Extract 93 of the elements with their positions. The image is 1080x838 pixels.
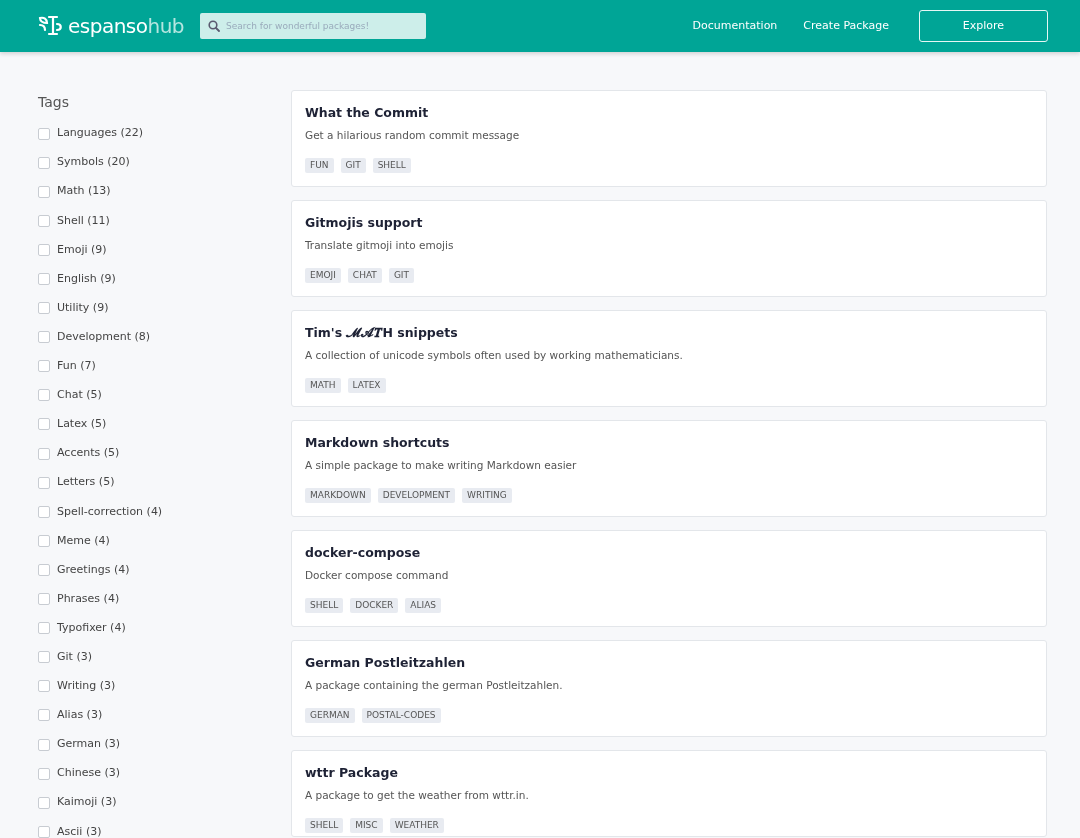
- tag-label: WEATHER: [389, 817, 444, 833]
- checkbox[interactable]: [38, 389, 50, 402]
- tag-filter-label[interactable]: Accents (5): [57, 445, 120, 462]
- tag-label: POSTAL-CODES: [361, 707, 441, 723]
- package-title: docker-compose: [305, 544, 422, 562]
- tag-label: FUN: [305, 157, 334, 173]
- tag-filter-label[interactable]: Languages (22): [57, 125, 144, 142]
- tag-filter-label[interactable]: German (3): [57, 736, 121, 753]
- tag-label: SHELL: [305, 597, 344, 613]
- tag-label: SHELL: [372, 157, 411, 173]
- tag-filter-label[interactable]: Latex (5): [57, 416, 107, 433]
- package-card[interactable]: Tim's 𝓜𝓐𝑻H snippets A collection of unicode symbols often used by working mathematicians. MATH LATEX: [291, 310, 1047, 407]
- checkbox[interactable]: [38, 360, 50, 373]
- checkbox[interactable]: [38, 302, 50, 315]
- tag-label: LATEX: [347, 377, 386, 393]
- checkbox[interactable]: [38, 331, 50, 344]
- tag-filter-label[interactable]: Emoji (9): [57, 241, 107, 259]
- package-title: Gitmojis support: [305, 214, 424, 232]
- package-title: Markdown shortcuts: [305, 434, 451, 452]
- tag-label: GIT: [340, 157, 366, 173]
- tag-filter-label[interactable]: Chat (5): [57, 387, 102, 404]
- logo-icon: [38, 15, 64, 37]
- package-card[interactable]: German Postleitzahlen A package containing the german Postleitzahlen. GERMAN POSTAL-CODES: [291, 640, 1047, 737]
- checkbox[interactable]: [38, 593, 50, 606]
- tag-label: MARKDOWN: [305, 487, 371, 503]
- tag-filter-label[interactable]: Kaimoji (3): [57, 794, 117, 811]
- tag-filter-label[interactable]: Letters (5): [57, 474, 115, 491]
- checkbox[interactable]: [38, 127, 50, 140]
- tag-label: WRITING: [462, 487, 512, 503]
- tag-label: DEVELOPMENT: [377, 487, 456, 503]
- checkbox[interactable]: [38, 796, 50, 809]
- package-title: Tim's 𝓜𝓐𝑻H snippets: [305, 324, 459, 342]
- tag-filter-label[interactable]: Symbols (20): [57, 154, 130, 171]
- package-card[interactable]: wttr Package A package to get the weather from wttr.in. SHELL MISC WEATHER: [291, 750, 1047, 837]
- package-description: Translate gitmoji into emojis: [305, 237, 455, 253]
- checkbox[interactable]: [38, 825, 50, 838]
- package-description: Get a hilarious random commit message: [305, 127, 521, 143]
- package-description: A collection of unicode symbols often used by working mathematicians.: [305, 347, 684, 363]
- tag-filter-label[interactable]: Development (8): [57, 328, 151, 346]
- checkbox[interactable]: [38, 767, 50, 780]
- search-field[interactable]: Search for wonderful packages!: [200, 13, 427, 39]
- tag-label: GIT: [388, 267, 414, 283]
- checkbox[interactable]: [38, 680, 50, 693]
- tag-filter-label[interactable]: Chinese (3): [57, 765, 121, 782]
- checkbox[interactable]: [38, 185, 50, 198]
- package-title: wttr Package: [305, 764, 399, 782]
- package-title: What the Commit: [305, 104, 430, 122]
- tag-filter-label[interactable]: Spell-correction (4): [57, 503, 163, 520]
- checkbox[interactable]: [38, 243, 50, 256]
- package-description: Docker compose command: [305, 567, 450, 583]
- tag-label: CHAT: [347, 267, 382, 283]
- package-description: A package to get the weather from wttr.in.: [305, 787, 530, 803]
- package-title: German Postleitzahlen: [305, 654, 467, 672]
- package-description: A package containing the german Postleitzahlen.: [305, 677, 564, 693]
- checkbox[interactable]: [38, 738, 50, 751]
- checkbox[interactable]: [38, 563, 50, 576]
- package-card[interactable]: Markdown shortcuts A simple package to make writing Markdown easier MARKDOWN DEVELOPMENT WRITING: [291, 420, 1047, 517]
- tag-filter-label[interactable]: Git (3): [57, 649, 92, 666]
- tag-filter-label[interactable]: Meme (4): [57, 532, 110, 550]
- package-card[interactable]: Gitmojis support Translate gitmoji into emojis EMOJI CHAT GIT: [291, 200, 1047, 297]
- tag-label: MATH: [305, 377, 341, 393]
- checkbox[interactable]: [38, 622, 50, 635]
- tag-filter-label[interactable]: Greetings (4): [57, 561, 130, 579]
- tag-filter-label[interactable]: Fun (7): [57, 358, 96, 375]
- tag-filter-label[interactable]: Utility (9): [57, 299, 109, 317]
- checkbox[interactable]: [38, 447, 50, 460]
- tag-filter-label[interactable]: Alias (3): [57, 707, 103, 724]
- tags-heading: Tags: [38, 93, 70, 112]
- checkbox[interactable]: [38, 214, 50, 227]
- tag-label: SHELL: [305, 817, 344, 833]
- checkbox[interactable]: [38, 418, 50, 431]
- checkbox[interactable]: [38, 651, 50, 664]
- tag-label: DOCKER: [350, 597, 399, 613]
- tag-filter-label[interactable]: Math (13): [57, 183, 111, 200]
- package-card[interactable]: docker-compose Docker compose command SHELL DOCKER ALIAS: [291, 530, 1047, 627]
- tag-label: ALIAS: [405, 597, 442, 613]
- checkbox[interactable]: [38, 273, 50, 285]
- checkbox[interactable]: [38, 709, 50, 722]
- checkbox[interactable]: [38, 156, 50, 169]
- tag-filter-label[interactable]: English (9): [57, 270, 116, 288]
- tag-filter-label[interactable]: Typofixer (4): [57, 619, 126, 637]
- tag-label: GERMAN: [305, 707, 355, 723]
- checkbox[interactable]: [38, 505, 50, 518]
- tag-filter-label[interactable]: Phrases (4): [57, 590, 120, 608]
- package-description: A simple package to make writing Markdown easier: [305, 457, 578, 473]
- tag-label: MISC: [350, 817, 383, 833]
- tag-filter-label[interactable]: Ascii (3): [57, 823, 102, 838]
- checkbox[interactable]: [38, 534, 50, 547]
- tag-filter-label[interactable]: Writing (3): [57, 678, 116, 695]
- tag-label: EMOJI: [305, 267, 341, 283]
- checkbox[interactable]: [38, 476, 50, 489]
- package-card[interactable]: What the Commit Get a hilarious random commit message FUN GIT SHELL: [291, 90, 1047, 187]
- tag-filter-label[interactable]: Shell (11): [57, 212, 110, 230]
